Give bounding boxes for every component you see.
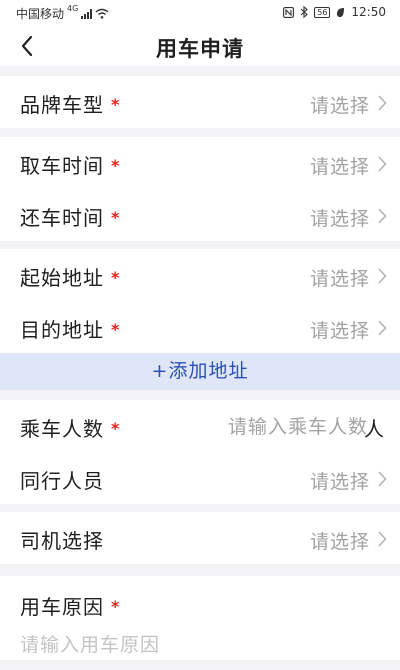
start-address-label: 起始地址 bbox=[20, 266, 104, 290]
clock-time: 12:50 bbox=[351, 5, 386, 19]
required-mark: * bbox=[111, 208, 121, 227]
battery-level: 56 bbox=[317, 7, 328, 17]
companions-label: 同行人员 bbox=[20, 469, 104, 493]
chevron-right-icon bbox=[378, 268, 387, 284]
start-address-row[interactable]: 起始地址 * 请选择 bbox=[0, 249, 400, 301]
field-label: 取车时间 * bbox=[20, 150, 120, 179]
status-left: 中国移动 4G bbox=[16, 4, 109, 22]
driver-label: 司机选择 bbox=[20, 529, 104, 553]
required-mark: * bbox=[111, 320, 121, 339]
required-mark: * bbox=[111, 95, 121, 114]
field-label: 用车原因 * bbox=[20, 591, 120, 620]
required-mark: * bbox=[111, 268, 121, 287]
required-mark: * bbox=[111, 597, 121, 616]
companions-row[interactable]: 同行人员 请选择 bbox=[0, 452, 400, 504]
return-time-value: 请选择 bbox=[309, 208, 370, 230]
bluetooth-icon bbox=[300, 6, 309, 18]
driver-value: 请选择 bbox=[309, 531, 370, 553]
destination-address-value: 请选择 bbox=[309, 320, 370, 342]
battery-icon: 56 bbox=[314, 6, 331, 18]
nfc-icon bbox=[283, 6, 295, 18]
pickup-time-row[interactable]: 取车时间 * 请选择 bbox=[0, 137, 400, 189]
field-label: 乘车人数 * bbox=[20, 413, 120, 442]
chevron-right-icon bbox=[378, 95, 387, 111]
reason-textarea[interactable] bbox=[20, 630, 380, 670]
field-label: 目的地址 * bbox=[20, 314, 120, 343]
destination-address-row[interactable]: 目的地址 * 请选择 bbox=[0, 301, 400, 353]
brand-model-row[interactable]: 品牌车型 * 请选择 bbox=[0, 76, 400, 128]
chevron-right-icon bbox=[378, 208, 387, 224]
nav-bar: 用车申请 bbox=[0, 26, 400, 66]
chevron-right-icon bbox=[378, 531, 387, 547]
add-address-button[interactable]: +添加地址 bbox=[0, 353, 400, 390]
reason-section: 用车原因 * bbox=[0, 576, 400, 670]
carrier-name: 中国移动 bbox=[16, 7, 65, 21]
leaf-icon bbox=[337, 7, 345, 17]
brand-model-value: 请选择 bbox=[309, 95, 370, 117]
driver-row[interactable]: 司机选择 请选择 bbox=[0, 512, 400, 564]
network-type: 4G bbox=[67, 4, 79, 13]
reason-label: 用车原因 bbox=[20, 595, 104, 619]
destination-address-label: 目的地址 bbox=[20, 318, 104, 342]
signal-icon bbox=[81, 8, 93, 19]
required-mark: * bbox=[111, 419, 121, 438]
field-label: 品牌车型 * bbox=[20, 89, 120, 118]
field-label: 还车时间 * bbox=[20, 202, 120, 231]
return-time-label: 还车时间 bbox=[20, 206, 104, 230]
pickup-time-value: 请选择 bbox=[309, 156, 370, 178]
passenger-count-row: 乘车人数 * 人 bbox=[0, 400, 400, 452]
required-mark: * bbox=[111, 156, 121, 175]
page-title: 用车申请 bbox=[156, 37, 244, 61]
return-time-row[interactable]: 还车时间 * 请选择 bbox=[0, 189, 400, 241]
passenger-count-label: 乘车人数 bbox=[20, 417, 104, 441]
chevron-right-icon bbox=[378, 320, 387, 336]
field-label: 起始地址 * bbox=[20, 262, 120, 291]
passenger-count-input[interactable] bbox=[180, 412, 370, 442]
brand-model-label: 品牌车型 bbox=[20, 93, 104, 117]
chevron-right-icon bbox=[378, 471, 387, 487]
status-right: 56 12:50 bbox=[283, 5, 386, 19]
status-bar: 中国移动 4G 56 12:50 bbox=[0, 0, 400, 26]
pickup-time-label: 取车时间 bbox=[20, 154, 104, 178]
wifi-icon bbox=[95, 8, 109, 19]
start-address-value: 请选择 bbox=[309, 268, 370, 290]
chevron-right-icon bbox=[378, 156, 387, 172]
passenger-unit: 人 bbox=[364, 417, 384, 441]
companions-value: 请选择 bbox=[309, 471, 370, 493]
